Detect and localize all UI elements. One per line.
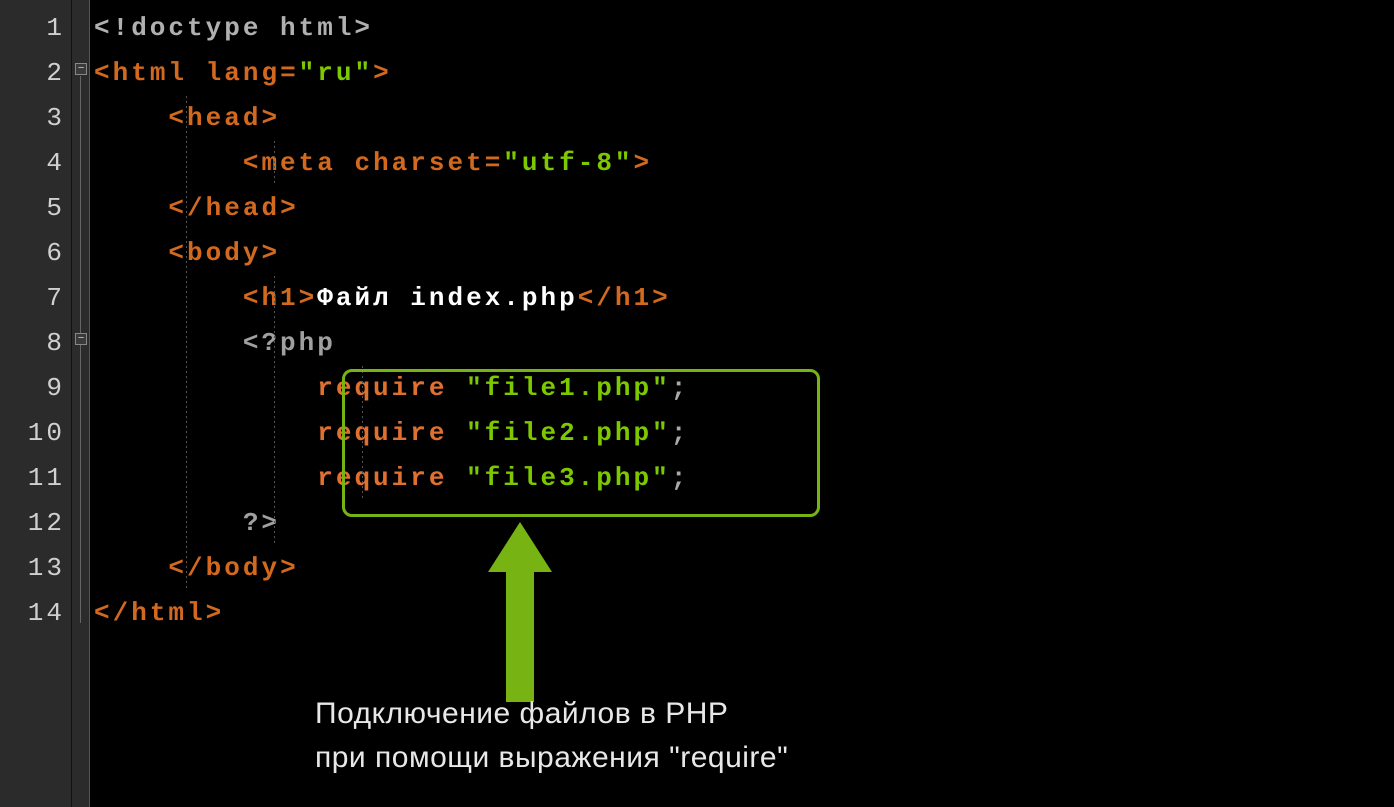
- code-editor: 1 2 3 4 5 6 7 8 9 10 11 12 13 14 − − <!d…: [0, 0, 1394, 807]
- code-line: <h1>Файл index.php</h1>: [94, 276, 1394, 321]
- line-number: 12: [0, 501, 71, 546]
- fold-toggle-icon[interactable]: −: [75, 63, 87, 75]
- line-number: 1: [0, 6, 71, 51]
- code-area[interactable]: <!doctype html> <html lang="ru"> <head> …: [90, 0, 1394, 807]
- fold-column: − −: [72, 0, 90, 807]
- line-number: 14: [0, 591, 71, 636]
- code-line: <?php: [94, 321, 1394, 366]
- line-number: 3: [0, 96, 71, 141]
- code-line: <meta charset="utf-8">: [94, 141, 1394, 186]
- line-number-gutter: 1 2 3 4 5 6 7 8 9 10 11 12 13 14: [0, 0, 72, 807]
- code-line: <head>: [94, 96, 1394, 141]
- line-number: 7: [0, 276, 71, 321]
- code-line: require "file1.php";: [94, 366, 1394, 411]
- line-number: 2: [0, 51, 71, 96]
- line-number: 13: [0, 546, 71, 591]
- code-line: <!doctype html>: [94, 6, 1394, 51]
- line-number: 6: [0, 231, 71, 276]
- caption-line: при помощи выражения "require": [315, 736, 788, 780]
- line-number: 8: [0, 321, 71, 366]
- code-line: </head>: [94, 186, 1394, 231]
- code-line: ?>: [94, 501, 1394, 546]
- code-line: require "file2.php";: [94, 411, 1394, 456]
- line-number: 5: [0, 186, 71, 231]
- code-line: </html>: [94, 591, 1394, 636]
- code-line: </body>: [94, 546, 1394, 591]
- line-number: 10: [0, 411, 71, 456]
- line-number: 9: [0, 366, 71, 411]
- annotation-caption: Подключение файлов в PHP при помощи выра…: [315, 692, 788, 780]
- fold-toggle-icon[interactable]: −: [75, 333, 87, 345]
- doctype-token: <!doctype html>: [94, 13, 373, 43]
- code-line: require "file3.php";: [94, 456, 1394, 501]
- line-number: 11: [0, 456, 71, 501]
- caption-line: Подключение файлов в PHP: [315, 692, 788, 736]
- code-line: <html lang="ru">: [94, 51, 1394, 96]
- code-line: <body>: [94, 231, 1394, 276]
- line-number: 4: [0, 141, 71, 186]
